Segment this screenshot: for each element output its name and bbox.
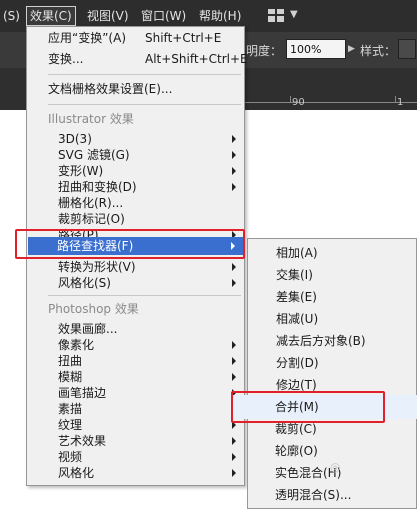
submenu-item-minus-back[interactable]: 减去后方对象(B) xyxy=(276,333,366,350)
submenu-arrow-icon xyxy=(232,469,236,477)
menu-item-apply-last-effect[interactable]: 应用“变换”(A) Shift+Ctrl+E xyxy=(48,30,221,47)
menu-item-distort[interactable]: 扭曲 xyxy=(58,353,82,370)
submenu-item-intersect[interactable]: 交集(I) xyxy=(276,267,313,284)
menu-item-texture[interactable]: 纹理 xyxy=(58,417,82,434)
menu-effect[interactable]: 效果(C) xyxy=(26,6,76,26)
submenu-arrow-icon xyxy=(232,135,236,143)
submenu-arrow-icon xyxy=(232,167,236,175)
menu-item-stylize-ps[interactable]: 风格化 xyxy=(58,465,94,482)
submenu-arrow-icon xyxy=(232,263,236,271)
shortcut-label: Shift+Ctrl+E xyxy=(145,31,222,45)
submenu-arrow-icon xyxy=(232,453,236,461)
menu-item-rasterize[interactable]: 栅格化(R)... xyxy=(58,195,123,212)
menu-window[interactable]: 窗口(W) xyxy=(138,7,189,25)
menu-item-convert-to-shape[interactable]: 转换为形状(V) xyxy=(58,259,136,276)
submenu-arrow-icon xyxy=(232,151,236,159)
ruler-tick xyxy=(290,96,291,102)
style-picker-button[interactable] xyxy=(398,39,416,59)
submenu-arrow-icon xyxy=(232,373,236,381)
ruler-tick xyxy=(395,96,396,102)
shortcut-label: Alt+Shift+Ctrl+E xyxy=(145,52,248,66)
menu-item-sketch[interactable]: 素描 xyxy=(58,401,82,418)
submenu-item-divide[interactable]: 分割(D) xyxy=(276,355,319,372)
submenu-arrow-icon xyxy=(232,183,236,191)
menu-item-video[interactable]: 视频 xyxy=(58,449,82,466)
ruler-mark: 1 xyxy=(397,97,404,108)
annotation-box-pathfinder xyxy=(15,229,245,259)
menu-divider xyxy=(48,74,241,75)
submenu-item-add[interactable]: 相加(A) xyxy=(276,245,318,262)
grid-icon[interactable] xyxy=(268,9,284,22)
menu-item-effect-gallery[interactable]: 效果画廊... xyxy=(58,321,117,338)
opacity-label: 明度： xyxy=(246,44,283,58)
menu-item-3d[interactable]: 3D(3) xyxy=(58,131,92,148)
menu-view[interactable]: 视图(V) xyxy=(84,7,132,25)
menu-item-raster-settings[interactable]: 文档栅格效果设置(E)... xyxy=(48,81,172,98)
submenu-arrow-icon xyxy=(232,437,236,445)
menu-item-warp[interactable]: 变形(W) xyxy=(58,163,103,180)
chevron-down-icon[interactable]: ▼ xyxy=(290,9,298,20)
submenu-arrow-icon xyxy=(232,279,236,287)
submenu-item-soft-mix[interactable]: 透明混合(S)... xyxy=(275,487,351,504)
menu-item-pixelate[interactable]: 像素化 xyxy=(58,337,94,354)
submenu-item-subtract[interactable]: 相减(U) xyxy=(276,311,318,328)
menu-item-artistic[interactable]: 艺术效果 xyxy=(58,433,106,450)
menu-help[interactable]: 帮助(H) xyxy=(196,7,244,25)
submenu-item-crop[interactable]: 裁剪(C) xyxy=(275,421,317,438)
submenu-item-exclude[interactable]: 差集(E) xyxy=(276,289,317,306)
menu-select[interactable]: (S) xyxy=(0,7,23,25)
watermark-logo: ◎ xyxy=(330,460,341,474)
menu-item-blur[interactable]: 模糊 xyxy=(58,369,82,386)
ruler-baseline xyxy=(245,102,417,103)
menu-item-transform[interactable]: 变换... Alt+Shift+Ctrl+E xyxy=(48,51,248,68)
opacity-input[interactable]: 100% xyxy=(286,39,346,59)
menu-item-stylize[interactable]: 风格化(S) xyxy=(58,275,111,292)
submenu-arrow-icon xyxy=(232,341,236,349)
style-label: 样式： xyxy=(360,44,397,58)
section-header-photoshop: Photoshop 效果 xyxy=(48,302,139,316)
submenu-arrow-icon xyxy=(232,357,236,365)
submenu-item-outline[interactable]: 轮廓(O) xyxy=(275,443,318,460)
menu-divider xyxy=(48,104,241,105)
menu-item-crop-marks[interactable]: 裁剪标记(O) xyxy=(58,211,125,228)
menu-item-distort-transform[interactable]: 扭曲和变换(D) xyxy=(58,179,137,196)
menu-item-brush-strokes[interactable]: 画笔描边 xyxy=(58,385,106,402)
menu-item-svg-filters[interactable]: SVG 滤镜(G) xyxy=(58,147,130,164)
ruler-mark: 90 xyxy=(292,97,305,108)
section-header-illustrator: Illustrator 效果 xyxy=(48,112,134,126)
annotation-box-merge xyxy=(231,391,385,423)
menu-divider xyxy=(48,295,241,296)
